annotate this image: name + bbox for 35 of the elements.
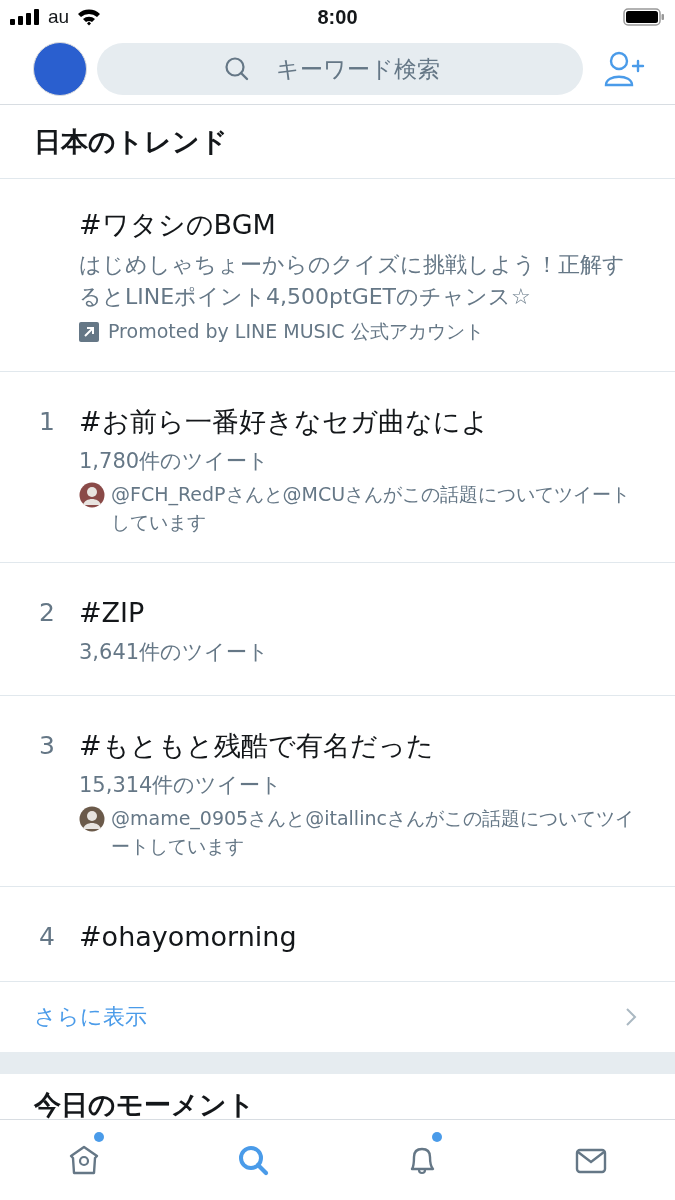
trend-name: #ワタシのBGM	[79, 208, 277, 242]
status-time: 8:00	[317, 5, 358, 29]
search-field[interactable]: キーワード検索	[97, 43, 583, 95]
wifi-icon	[77, 8, 102, 26]
trend-name: #ZIP	[79, 596, 146, 630]
trend-item[interactable]: 3 #もともと残酷で有名だった 15,314件のツイート @mame_0905さんと@itallincさんがこの話題についてツイートしています	[0, 696, 675, 887]
user-avatar	[79, 806, 105, 832]
user-avatar	[79, 482, 105, 508]
section-title: 日本のトレンド	[0, 105, 675, 179]
trend-rank: 2	[39, 597, 55, 629]
add-user-icon[interactable]	[603, 50, 645, 88]
trend-name: #もともと残酷で有名だった	[79, 729, 435, 763]
tweet-count: 3,641件のツイート	[79, 639, 271, 666]
trend-context: @mame_0905さんと@itallincさんがこの話題についてツイートしています	[111, 806, 635, 859]
signal-icon	[10, 9, 40, 25]
trend-rank: 3	[39, 730, 55, 762]
trend-name: #お前ら一番好きなセガ曲なによ	[79, 405, 490, 439]
battery-icon	[623, 8, 665, 26]
promoted-by: Promoted by LINE MUSIC 公式アカウント	[108, 319, 484, 344]
trend-description: はじめしゃちょーからのクイズに挑戦しよう！正解するとLINEポイント4,500ptGETのチャンス☆	[79, 251, 626, 311]
chevron-right-icon	[625, 1007, 637, 1027]
trend-item[interactable]: 1 #お前ら一番好きなセガ曲なによ 1,780件のツイート @FCH_RedPさんと@MCUさんがこの話題についてツイートしています	[0, 372, 675, 563]
trend-rank: 1	[39, 406, 55, 438]
tweet-count: 1,780件のツイート	[79, 448, 271, 475]
trend-name: #ohayomorning	[79, 920, 298, 954]
trend-item[interactable]: #ワタシのBGM はじめしゃちょーからのクイズに挑戦しよう！正解するとLINEポイント4,500ptGETのチャンス☆ Promoted by LINE MUSIC 公式アカウント	[0, 179, 675, 372]
trend-context: @FCH_RedPさんと@MCUさんがこの話題についてツイートしています	[111, 482, 632, 535]
promoted-icon	[79, 322, 99, 342]
carrier-name: au	[48, 6, 70, 28]
profile-avatar[interactable]	[33, 42, 87, 96]
trend-item[interactable]: 2 #ZIP 3,641件のツイート	[0, 563, 675, 696]
section-title: 今日のモーメント	[33, 1088, 256, 1119]
trend-rank: 4	[39, 921, 55, 953]
tweet-count: 15,314件のツイート	[79, 772, 284, 799]
trend-item[interactable]: 4 #ohayomorning	[0, 887, 675, 982]
